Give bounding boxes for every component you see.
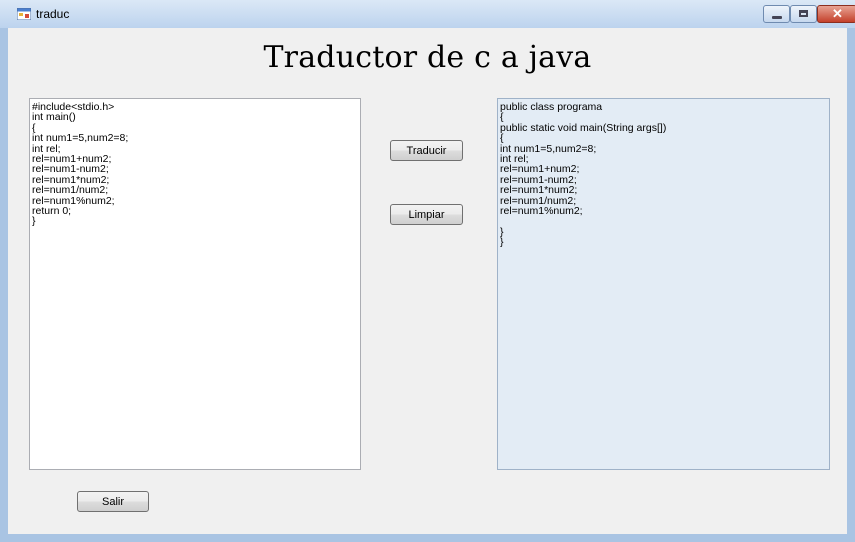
app-window-icon [17, 8, 31, 20]
c-source-textbox[interactable]: #include<stdio.h> int main() { int num1=… [29, 98, 361, 470]
title-bar[interactable]: traduc ✕ [0, 0, 855, 28]
application-window: traduc ✕ Traductor de c a java #include<… [0, 0, 855, 542]
java-output-textbox[interactable]: public class programa { public static vo… [497, 98, 830, 470]
translate-button[interactable]: Traducir [390, 140, 463, 161]
minimize-icon [772, 16, 782, 19]
maximize-button[interactable] [790, 5, 817, 23]
page-title: Traductor de c a java [263, 40, 592, 75]
form-client-area: Traductor de c a java #include<stdio.h> … [8, 28, 847, 534]
window-title: traduc [36, 7, 70, 21]
close-button[interactable]: ✕ [817, 5, 855, 23]
exit-button[interactable]: Salir [77, 491, 149, 512]
clear-button[interactable]: Limpiar [390, 204, 463, 225]
maximize-icon [799, 10, 808, 17]
window-bottom-border [0, 534, 855, 542]
minimize-button[interactable] [763, 5, 790, 23]
close-icon: ✕ [832, 6, 843, 21]
